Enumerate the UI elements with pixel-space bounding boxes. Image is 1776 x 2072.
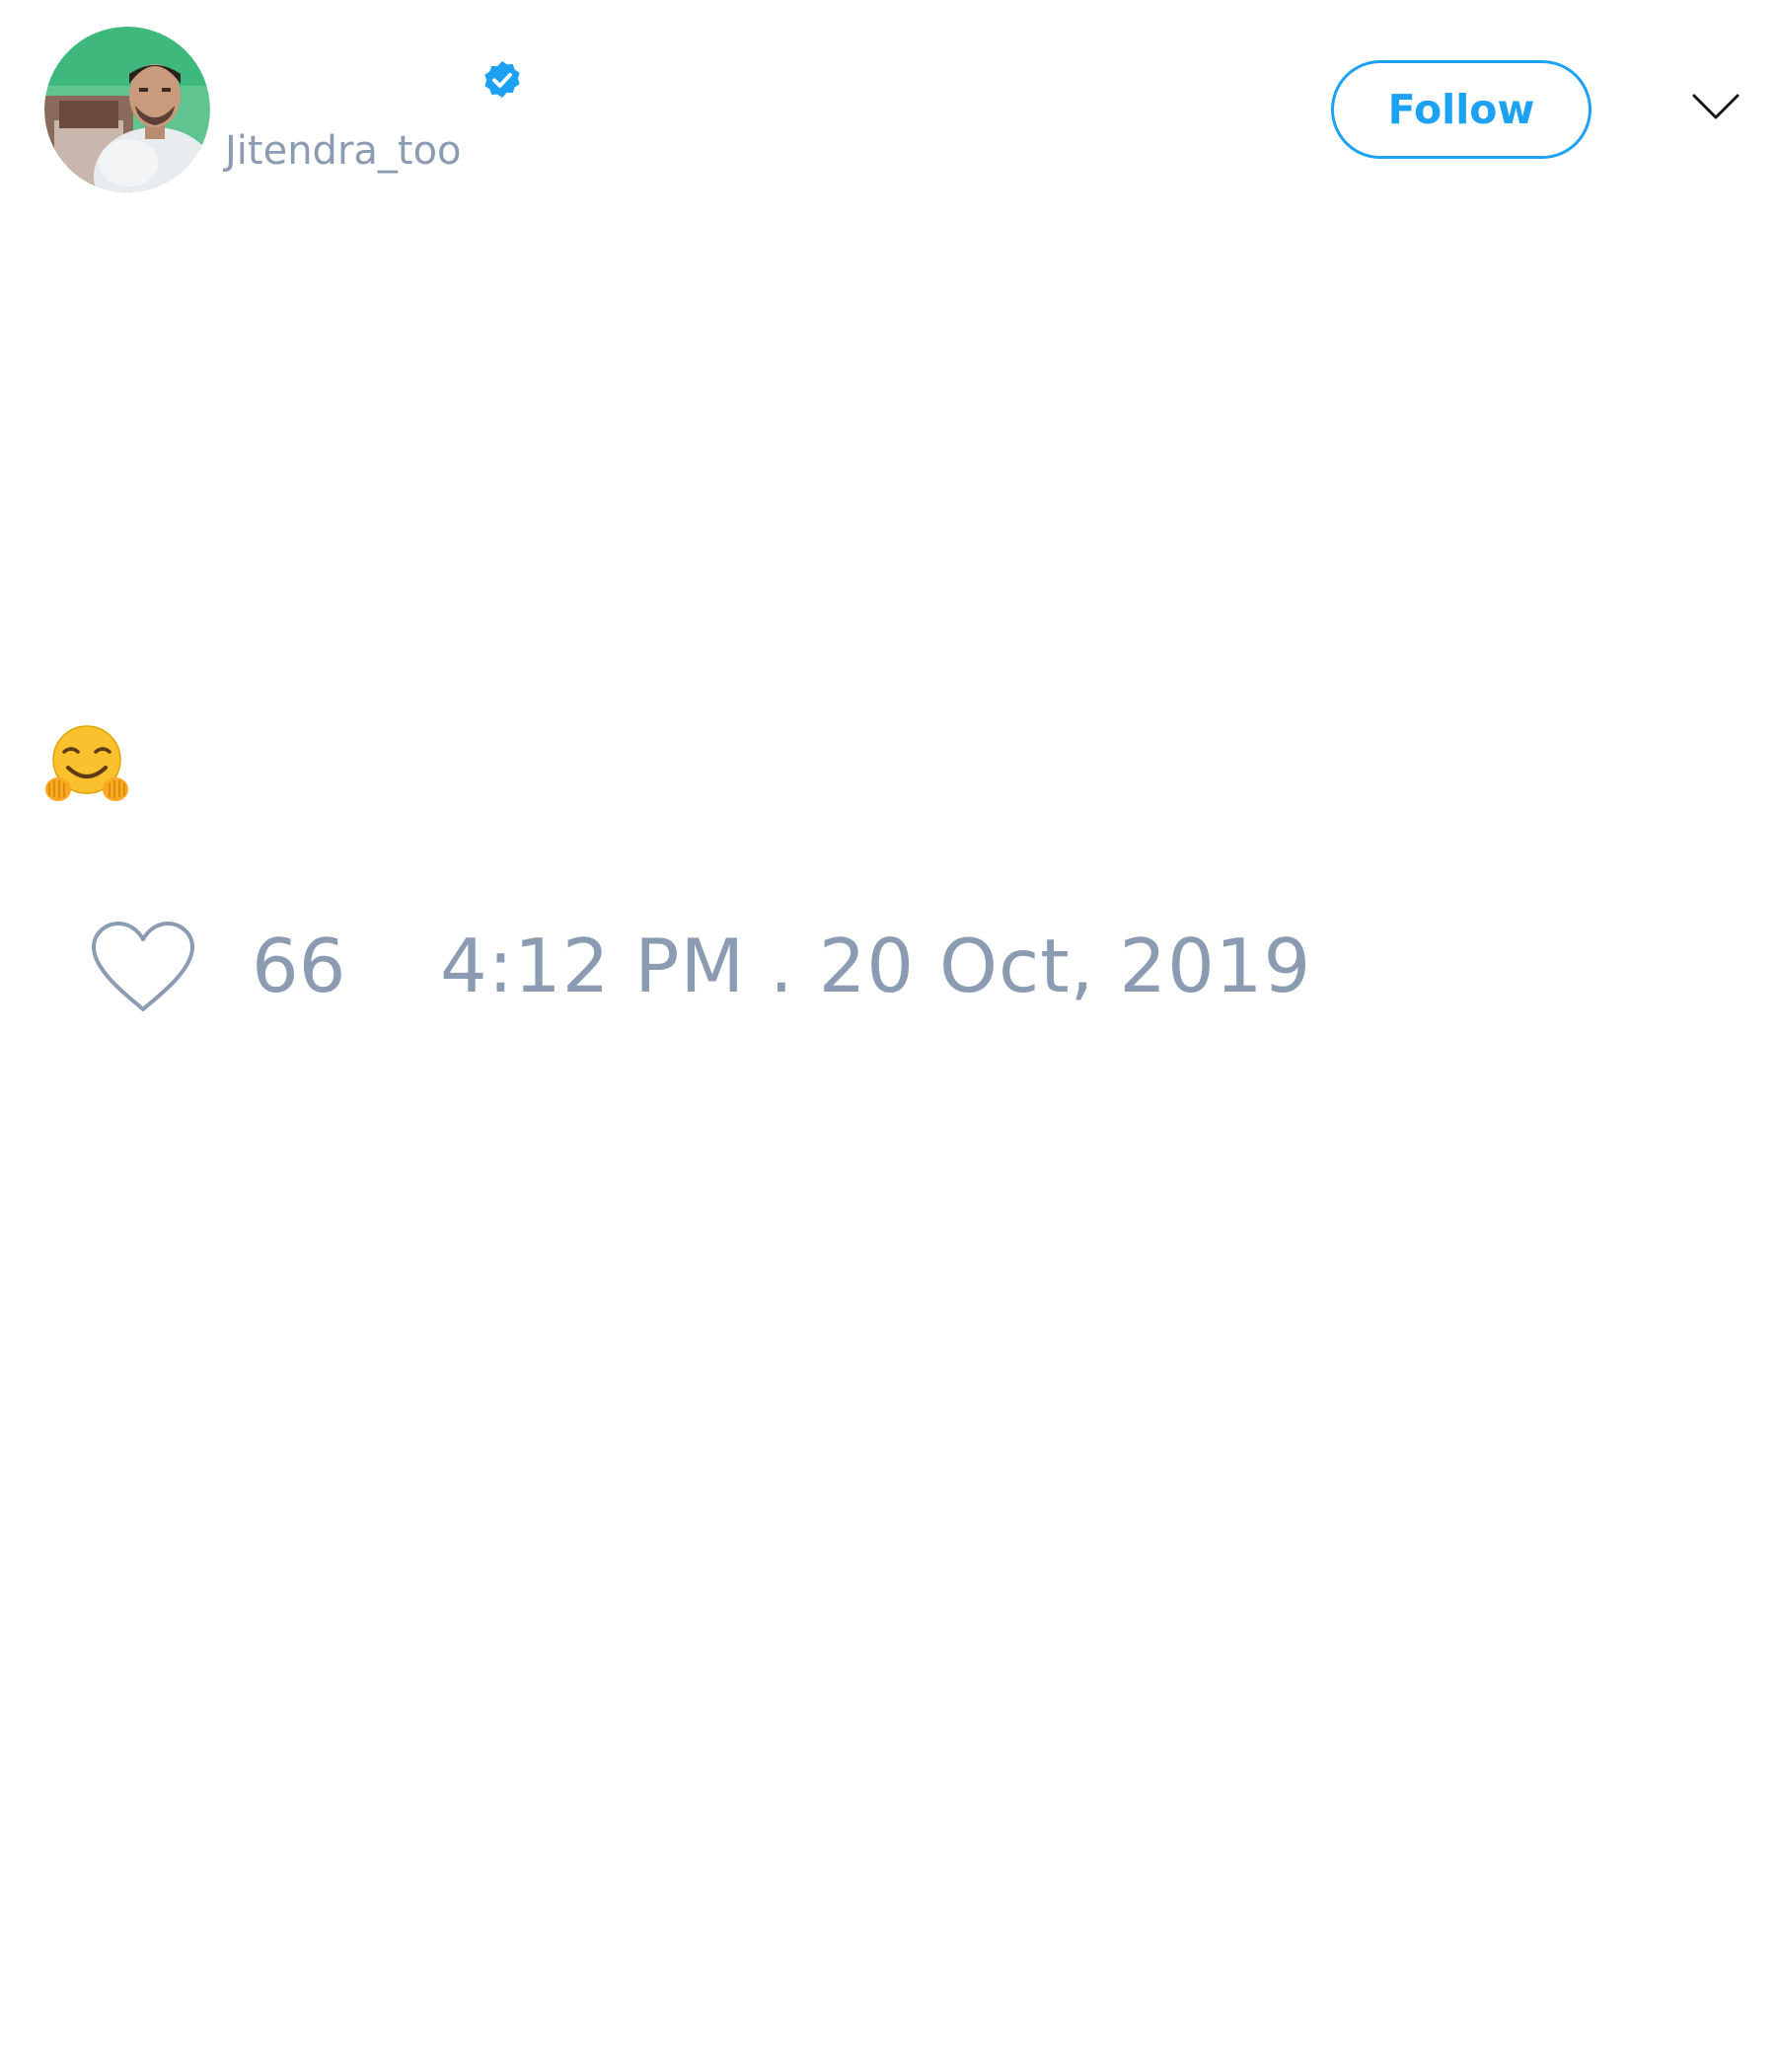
heart-icon[interactable]: [90, 920, 196, 1013]
like-count: 66: [252, 923, 346, 1009]
tweet-timestamp[interactable]: 4:12 PM . 20 Oct, 2019: [440, 926, 1311, 1005]
author-handle[interactable]: Jitendra_too: [225, 124, 462, 178]
hugging-face-emoji: [45, 725, 128, 801]
verified-badge-icon: [484, 60, 520, 99]
chevron-down-icon[interactable]: [1691, 92, 1740, 121]
follow-button[interactable]: Follow: [1331, 60, 1591, 159]
author-avatar[interactable]: [44, 27, 210, 192]
